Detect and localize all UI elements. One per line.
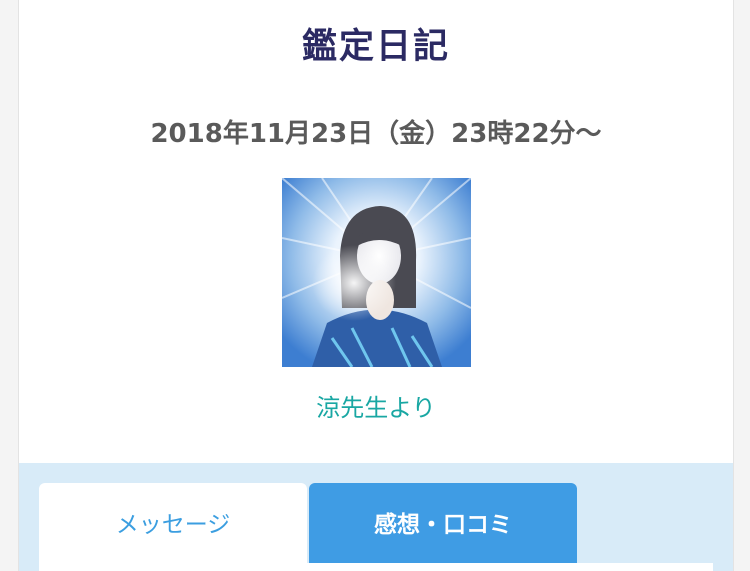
teacher-photo xyxy=(282,178,471,367)
from-teacher-label: 涼先生より xyxy=(316,394,436,422)
page-title: 鑑定日記 xyxy=(301,27,450,67)
reading-datetime: 2018年11月23日（金）23時22分〜 xyxy=(150,119,602,149)
tab-content-panel xyxy=(57,563,713,571)
tab-message[interactable]: メッセージ xyxy=(39,483,307,571)
diary-card: 鑑定日記 2018年11月23日（金）23時22分〜 涼先生より メッセージ 感… xyxy=(18,0,734,571)
tab-review[interactable]: 感想・口コミ xyxy=(309,483,577,571)
tab-review-label: 感想・口コミ xyxy=(374,512,512,538)
tab-message-label: メッセージ xyxy=(115,512,231,538)
